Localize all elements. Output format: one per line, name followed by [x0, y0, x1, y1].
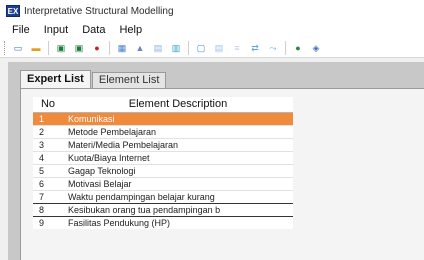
toolbar: ▭ ▬ ▣ ▣ ● ▦ ▲ ▤ ▥ ▢ ▤ ≡ ⇄ ⤳ ● ◈ [0, 38, 424, 58]
element-description-cell[interactable]: Kesibukan orang tua pendampingan b [63, 202, 293, 217]
menu-file[interactable]: File [0, 22, 37, 38]
flow-icon[interactable]: ⤳ [267, 42, 279, 54]
tab-panel: No Element Description 1 Komunikasi 2 Metod… [20, 88, 424, 260]
toolbar-grip[interactable] [4, 40, 7, 55]
open-folder-icon[interactable]: ▬ [30, 42, 42, 54]
element-description-cell[interactable]: Materi/Media Pembelajaran [63, 137, 293, 151]
save-icon[interactable]: ▣ [55, 42, 67, 54]
table-row[interactable]: 8 Kesibukan orang tua pendampingan b [33, 202, 293, 217]
table-row[interactable]: 4 Kuota/Biaya Internet [33, 150, 293, 164]
tab-expert-list[interactable]: Expert List [20, 70, 91, 88]
menu-bar: File Input Data Help [0, 22, 424, 38]
row-number-cell[interactable]: 2 [33, 124, 63, 138]
menu-data[interactable]: Data [75, 22, 112, 38]
stop-icon[interactable]: ● [91, 42, 103, 54]
row-number-cell[interactable]: 8 [33, 202, 63, 217]
menu-input[interactable]: Input [37, 22, 75, 38]
toolbar-separator [188, 40, 189, 55]
element-description-cell[interactable]: Metode Pembelajaran [63, 124, 293, 138]
element-description-cell[interactable]: Motivasi Belajar [63, 176, 293, 190]
tab-element-list[interactable]: Element List [91, 72, 167, 88]
list-icon[interactable]: ▤ [213, 42, 225, 54]
element-description-cell[interactable]: Fasilitas Pendukung (HP) [63, 215, 293, 229]
save-as-icon[interactable]: ▣ [73, 42, 85, 54]
row-number-cell[interactable]: 4 [33, 150, 63, 164]
column-header-no[interactable]: No [33, 97, 63, 113]
title-bar: EX Interpretative Structural Modelling [0, 0, 424, 22]
app-window: EX Interpretative Structural Modelling F… [0, 0, 424, 260]
table-row[interactable]: 9 Fasilitas Pendukung (HP) [33, 215, 293, 229]
diagram-icon[interactable]: ◈ [310, 42, 322, 54]
element-description-cell[interactable]: Waktu pendampingan belajar kurang [63, 189, 293, 203]
row-number-cell[interactable]: 3 [33, 137, 63, 151]
table-row[interactable]: 7 Waktu pendampingan belajar kurang [33, 189, 293, 203]
arrows-icon[interactable]: ⇄ [249, 42, 261, 54]
toolbar-separator [285, 40, 286, 55]
window-title: Interpretative Structural Modelling [24, 5, 174, 17]
element-grid: No Element Description 1 Komunikasi 2 Metod… [33, 97, 293, 229]
tab-strip: Expert List Element List [20, 70, 167, 88]
grid-icon[interactable]: ▦ [116, 42, 128, 54]
client-area: Expert List Element List No Element Desc… [8, 62, 424, 260]
column-header-description[interactable]: Element Description [63, 97, 293, 113]
row-number-cell[interactable]: 6 [33, 176, 63, 190]
table-row[interactable]: 2 Metode Pembelajaran [33, 124, 293, 138]
toolbar-separator [48, 40, 49, 55]
table-icon[interactable]: ▤ [152, 42, 164, 54]
matrix-icon[interactable]: ▥ [170, 42, 182, 54]
grid-body: 1 Komunikasi 2 Metode Pembelajaran 3 Materi/M… [33, 111, 293, 229]
row-number-cell[interactable]: 1 [33, 111, 63, 125]
table-row[interactable]: 3 Materi/Media Pembelajaran [33, 137, 293, 151]
row-number-cell[interactable]: 7 [33, 189, 63, 203]
element-description-cell[interactable]: Kuota/Biaya Internet [63, 150, 293, 164]
element-description-cell[interactable]: Komunikasi [63, 111, 293, 125]
row-number-cell[interactable]: 5 [33, 163, 63, 177]
toolbar-separator [109, 40, 110, 55]
app-logo-icon: EX [6, 5, 20, 17]
new-icon[interactable]: ▭ [12, 42, 24, 54]
window-icon[interactable]: ▢ [195, 42, 207, 54]
table-row[interactable]: 6 Motivasi Belajar [33, 176, 293, 190]
element-description-cell[interactable]: Gagap Teknologi [63, 163, 293, 177]
menu-help[interactable]: Help [112, 22, 149, 38]
filter-icon[interactable]: ≡ [231, 42, 243, 54]
row-number-cell[interactable]: 9 [33, 215, 63, 229]
link-icon[interactable]: ● [292, 42, 304, 54]
table-row[interactable]: 5 Gagap Teknologi [33, 163, 293, 177]
table-row[interactable]: 1 Komunikasi [33, 111, 293, 125]
chart-icon[interactable]: ▲ [134, 42, 146, 54]
grid-header-row: No Element Description [33, 97, 293, 113]
